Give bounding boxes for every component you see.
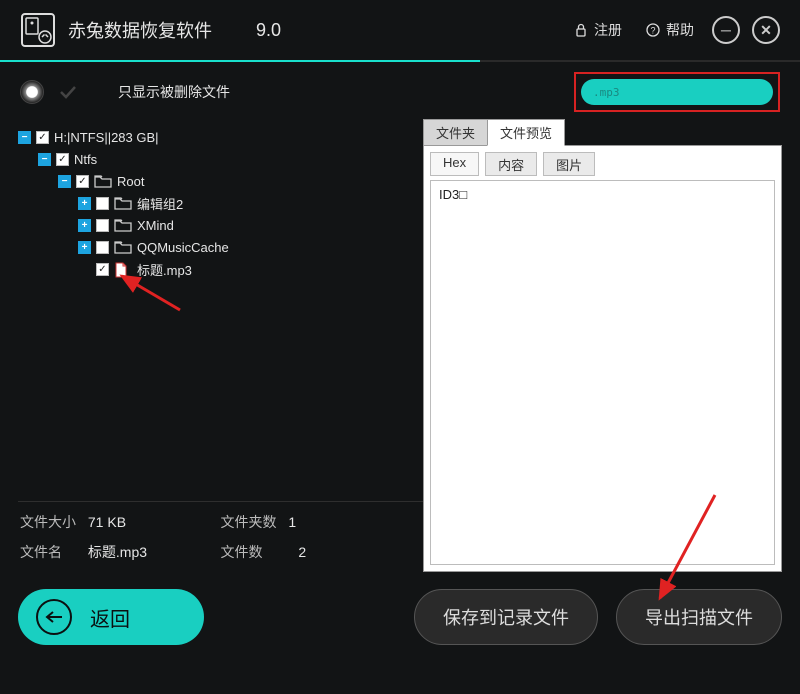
preview-subtabs: Hex 内容 图片 [430,152,775,176]
search-pill[interactable] [581,79,773,105]
minimize-button[interactable]: ─ [712,16,740,44]
tree-checkbox[interactable] [96,197,109,210]
tree-label: Root [117,174,144,189]
tree-row[interactable]: 标题.mp3 [18,258,423,280]
tree-expander-icon[interactable] [58,175,71,188]
tree-checkbox[interactable] [76,175,89,188]
search-highlight-box [574,72,780,112]
info-folders-value: 1 [288,514,296,530]
preview-tabs: 文件夹 文件预览 [423,122,782,146]
tree-checkbox[interactable] [56,153,69,166]
info-size-label: 文件大小 [20,512,76,532]
tree-label: QQMusicCache [137,240,229,255]
app-version: 9.0 [256,20,281,41]
tree-label: H:|NTFS||283 GB| [54,130,159,145]
register-button[interactable]: 注册 [568,16,628,44]
tab-image[interactable]: 图片 [543,152,595,176]
tree-row[interactable]: Root [18,170,423,192]
back-label: 返回 [90,603,130,632]
right-pane: 文件夹 文件预览 Hex 内容 图片 ID3□ [423,122,782,572]
register-label: 注册 [594,20,622,40]
title-bar: 赤兔数据恢复软件 9.0 注册 ? 帮助 ─ ✕ [0,0,800,60]
help-button[interactable]: ? 帮助 [640,16,700,44]
info-folders-label: 文件夹数 [221,512,277,532]
tree-row[interactable]: Ntfs [18,148,423,170]
help-label: 帮助 [666,20,694,40]
close-button[interactable]: ✕ [752,16,780,44]
tab-preview[interactable]: 文件预览 [487,119,565,146]
tree-label: 标题.mp3 [137,260,192,279]
info-name-label: 文件名 [20,542,76,562]
tree-expander-icon[interactable] [78,197,91,210]
tree-row[interactable]: QQMusicCache [18,236,423,258]
tab-content[interactable]: 内容 [485,152,537,176]
tree-expander-icon[interactable] [78,241,91,254]
back-button[interactable]: 返回 [18,589,204,645]
left-pane: H:|NTFS||283 GB| Ntfs Root 编辑组2 XMind QQMusic… [18,122,423,572]
folder-icon [114,196,132,210]
tree-row[interactable]: XMind [18,214,423,236]
tree-checkbox[interactable] [36,131,49,144]
toggle-check-icon [48,80,88,104]
show-deleted-label: 只显示被删除文件 [118,82,230,102]
help-icon: ? [646,23,660,37]
tab-hex[interactable]: Hex [430,152,479,176]
tree-row[interactable]: 编辑组2 [18,192,423,214]
info-files-value: 2 [298,544,306,560]
save-record-button[interactable]: 保存到记录文件 [414,589,598,645]
tree-label: Ntfs [74,152,97,167]
folder-icon [94,174,112,188]
tree-expander-icon[interactable] [38,153,51,166]
file-icon [114,262,132,276]
info-name-value: 标题.mp3 [88,544,147,560]
app-title: 赤兔数据恢复软件 [68,17,212,43]
toolbar: 只显示被删除文件 [0,62,800,122]
tree-row[interactable]: H:|NTFS||283 GB| [18,126,423,148]
preview-content: ID3□ [430,180,775,565]
info-files-label: 文件数 [221,542,277,562]
toggle-radio-icon [20,80,44,104]
svg-text:?: ? [650,26,655,36]
tree-expander-icon[interactable] [78,219,91,232]
back-arrow-icon [36,599,72,635]
folder-icon [114,240,132,254]
tree-checkbox[interactable] [96,241,109,254]
tab-folder[interactable]: 文件夹 [423,119,488,146]
search-input[interactable] [593,86,761,99]
export-button[interactable]: 导出扫描文件 [616,589,782,645]
info-panel: 文件大小 71 KB 文件夹数 1 文件名 标题.mp3 文件数 2 [18,501,423,572]
info-size-value: 71 KB [88,514,126,530]
lock-icon [574,23,588,37]
preview-box: Hex 内容 图片 ID3□ [423,145,782,572]
app-icon [20,12,56,48]
tree-expander-icon[interactable] [18,131,31,144]
bottom-bar: 返回 保存到记录文件 导出扫描文件 [0,572,800,662]
tree-checkbox[interactable] [96,263,109,276]
show-deleted-toggle[interactable] [20,80,88,104]
tree-checkbox[interactable] [96,219,109,232]
tree-label: XMind [137,218,174,233]
tree-label: 编辑组2 [137,194,183,213]
folder-icon [114,218,132,232]
file-tree[interactable]: H:|NTFS||283 GB| Ntfs Root 编辑组2 XMind QQMusic… [18,122,423,501]
